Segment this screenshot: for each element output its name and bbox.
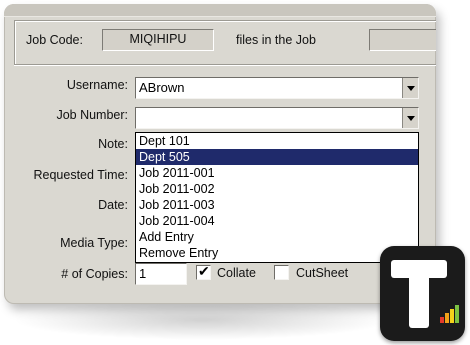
dropdown-option[interactable]: Job 2011-001 [136,165,418,181]
checkmark-icon: ✔ [198,263,210,279]
copies-label: # of Copies: [61,267,128,281]
dropdown-option[interactable]: Job 2011-003 [136,197,418,213]
files-count-field [369,29,436,51]
window-top-edge [4,4,436,17]
logo-t-stem [409,276,429,328]
job-code-label: Job Code: [26,33,83,47]
dropdown-option[interactable]: Job 2011-002 [136,181,418,197]
job-number-select[interactable] [135,107,419,129]
files-in-job-label: files in the Job [236,33,316,47]
media-type-label: Media Type: [60,236,128,250]
dropdown-option[interactable]: Dept 101 [136,133,418,149]
section-divider [14,64,436,66]
requested-time-label: Requested Time: [33,168,129,182]
job-code-value: MIQIHIPU [102,29,214,51]
collate-label: Collate [217,266,256,280]
dropdown-option[interactable]: Remove Entry [136,245,418,261]
job-dialog-window: Job Code: MIQIHIPU files in the Job User… [4,4,436,304]
cutsheet-checkbox[interactable] [274,265,289,280]
logo-bar-orange [445,313,449,323]
note-label: Note: [98,137,128,151]
date-label: Date: [98,198,128,212]
logo-bar-green [455,305,459,323]
t-logo-icon [380,246,465,341]
job-number-label: Job Number: [56,108,128,122]
dropdown-option-selected[interactable]: Dept 505 [136,149,418,165]
copies-input[interactable]: 1 [135,263,187,285]
username-dropdown-arrow-icon[interactable] [402,78,418,98]
job-number-dropdown-arrow-icon[interactable] [402,108,418,128]
job-number-dropdown-list[interactable]: Dept 101 Dept 505 Job 2011-001 Job 2011-… [135,132,419,263]
dropdown-option[interactable]: Add Entry [136,229,418,245]
username-label: Username: [66,78,128,92]
collate-checkbox[interactable]: ✔ [196,263,211,280]
dropdown-option[interactable]: Job 2011-004 [136,213,418,229]
window-shadow [12,300,392,340]
cutsheet-label: CutSheet [296,266,349,280]
logo-bar-red [440,317,444,323]
logo-bar-yellow [450,309,454,323]
username-value: ABrown [139,80,185,95]
username-select[interactable]: ABrown [135,77,419,99]
